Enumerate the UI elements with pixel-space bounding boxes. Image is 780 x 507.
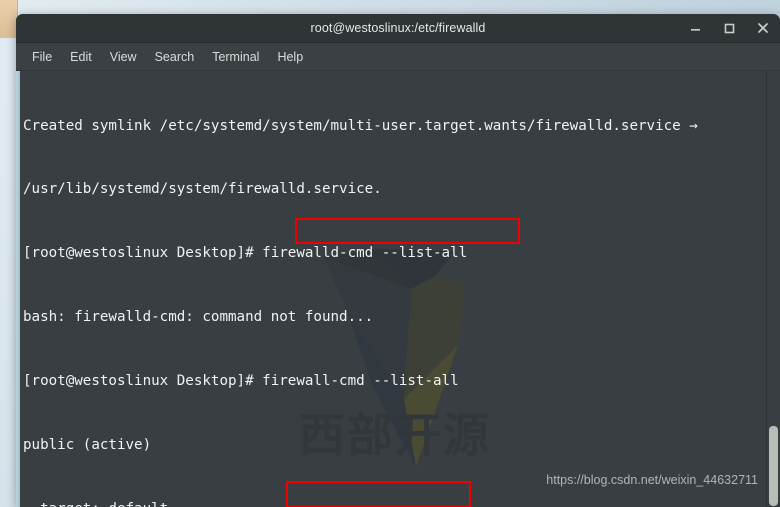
close-button[interactable]	[752, 17, 774, 39]
menu-bar: File Edit View Search Terminal Help	[16, 43, 780, 71]
menu-item-file[interactable]: File	[23, 48, 61, 66]
maximize-button[interactable]	[718, 17, 740, 39]
terminal-line: public (active)	[23, 437, 152, 454]
menu-item-edit[interactable]: Edit	[61, 48, 101, 66]
minimize-button[interactable]	[684, 17, 706, 39]
window-controls	[684, 14, 774, 42]
terminal-line: /usr/lib/systemd/system/firewalld.servic…	[23, 181, 382, 198]
scrollbar-track[interactable]	[766, 71, 780, 507]
terminal-line: bash: firewalld-cmd: command not found..…	[23, 309, 374, 326]
terminal-line: Created symlink /etc/systemd/system/mult…	[23, 117, 698, 134]
terminal-line: [root@westoslinux Desktop]# firewall-cmd…	[23, 373, 459, 390]
terminal-line: target: default	[23, 499, 766, 507]
menu-item-view[interactable]: View	[101, 48, 146, 66]
window-title: root@westoslinux:/etc/firewalld	[310, 21, 486, 35]
menu-item-terminal[interactable]: Terminal	[203, 48, 268, 66]
terminal-left-edge	[16, 71, 20, 507]
scrollbar-thumb[interactable]	[769, 426, 778, 506]
menu-item-help[interactable]: Help	[268, 48, 312, 66]
title-bar[interactable]: root@westoslinux:/etc/firewalld	[16, 14, 780, 43]
terminal-output: Created symlink /etc/systemd/system/mult…	[23, 73, 766, 507]
terminal-window: root@westoslinux:/etc/firewalld File Edi…	[16, 14, 780, 507]
terminal-body[interactable]: 西部开源 Created symlink /etc/systemd/system…	[16, 71, 780, 507]
terminal-line: [root@westoslinux Desktop]# firewalld-cm…	[23, 245, 468, 262]
menu-item-search[interactable]: Search	[146, 48, 204, 66]
